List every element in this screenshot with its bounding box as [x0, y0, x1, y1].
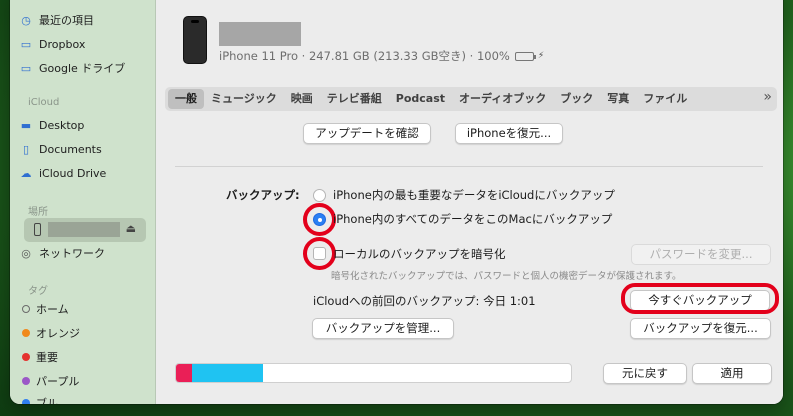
sidebar-item-label: Google ドライブ [39, 62, 126, 75]
tab-movies[interactable]: 映画 [284, 89, 320, 109]
sidebar-item-label: ホーム [36, 303, 69, 316]
sidebar-item-label: Desktop [39, 118, 85, 132]
storage-segment-apps [191, 364, 263, 382]
tab-music[interactable]: ミュージック [204, 89, 284, 109]
network-globe-icon: ◎ [21, 246, 31, 260]
sidebar-item-label: 重要 [36, 351, 58, 364]
device-capacity: 247.81 GB [308, 49, 370, 63]
tag-dot-icon [22, 329, 30, 337]
sidebar-item-google-drive[interactable]: ▭ Google ドライブ [18, 57, 126, 79]
sidebar-header-icloud: iCloud [28, 97, 60, 108]
sidebar-item-label: パープル [36, 375, 80, 388]
battery-icon [514, 51, 536, 61]
sidebar-item-documents[interactable]: ▯ Documents [18, 138, 102, 160]
tab-tv-shows[interactable]: テレビ番組 [320, 89, 389, 109]
iphone-device-icon [183, 16, 207, 64]
apply-button[interactable]: 適用 [692, 363, 772, 384]
device-free-space: (213.33 GB空き) [373, 49, 467, 63]
desktop-icon: ▬ [20, 118, 32, 132]
highlight-pill [621, 283, 779, 314]
restore-iphone-button[interactable]: iPhoneを復元... [455, 123, 563, 144]
tab-photos[interactable]: 写真 [600, 89, 636, 109]
sidebar-item-label: ブル [36, 397, 58, 404]
last-backup-text: iCloudへの前回のバックアップ: 今日 1:01 [313, 294, 536, 308]
tab-audiobooks[interactable]: オーディオブック [452, 89, 553, 109]
sidebar-item-label: 最近の項目 [39, 14, 94, 27]
clock-icon: ◷ [21, 13, 31, 27]
tab-general[interactable]: 一般 [168, 89, 204, 109]
encrypt-backup-label[interactable]: ローカルのバックアップを暗号化 [333, 246, 506, 262]
sidebar-tag-blue[interactable]: ブル [18, 392, 58, 404]
tab-podcast[interactable]: Podcast [389, 89, 452, 109]
restore-backup-button[interactable]: バックアップを復元... [630, 318, 771, 339]
sidebar-item-icloud-drive[interactable]: ☁ iCloud Drive [18, 162, 107, 184]
backup-icloud-radio[interactable] [313, 189, 326, 202]
folder-icon: ▭ [20, 37, 32, 51]
iphone-icon [34, 223, 41, 236]
sidebar-item-network[interactable]: ◎ ネットワーク [18, 242, 105, 264]
battery-percent: 100% [476, 49, 510, 63]
section-divider [175, 166, 763, 167]
folder-icon: ▭ [20, 61, 32, 75]
backups-heading: バックアップ: [226, 188, 300, 202]
cloud-icon: ☁ [20, 166, 32, 180]
sidebar-tag-home[interactable]: ホーム [18, 298, 69, 320]
sidebar: ◷ 最近の項目 ▭ Dropbox ▭ Google ドライブ iCloud ▬… [10, 0, 156, 404]
highlight-circle [303, 237, 336, 270]
device-summary: iPhone 11 Pro · 247.81 GB (213.33 GB空き) … [219, 49, 545, 63]
tab-files[interactable]: ファイル [636, 89, 694, 109]
tag-dot-icon [22, 305, 30, 313]
sidebar-item-label: オレンジ [36, 327, 80, 340]
sidebar-item-label: iCloud Drive [39, 166, 107, 180]
sidebar-tag-orange[interactable]: オレンジ [18, 322, 80, 344]
sidebar-item-iphone[interactable]: ⏏ [24, 218, 146, 242]
charging-bolt-icon: ⚡ [537, 51, 545, 61]
redacted-device-name [48, 222, 120, 237]
backup-mac-label[interactable]: iPhone内のすべてのデータをこのMacにバックアップ [333, 211, 612, 227]
encryption-note: 暗号化されたバックアップでは、パスワードと個人の機密データが保護されます。 [331, 271, 682, 282]
sidebar-item-label: Documents [39, 142, 102, 156]
backup-icloud-label[interactable]: iPhone内の最も重要なデータをiCloudにバックアップ [333, 187, 615, 203]
tab-books[interactable]: ブック [553, 89, 600, 109]
sidebar-item-recents[interactable]: ◷ 最近の項目 [18, 9, 94, 31]
finder-window: ◷ 最近の項目 ▭ Dropbox ▭ Google ドライブ iCloud ▬… [10, 0, 783, 404]
sidebar-header-tags: タグ [28, 286, 48, 297]
sidebar-header-locations: 場所 [28, 207, 48, 218]
redacted-device-name [219, 22, 301, 46]
sidebar-item-label: Dropbox [39, 37, 86, 51]
revert-button[interactable]: 元に戻す [603, 363, 687, 384]
tag-dot-icon [22, 353, 30, 361]
storage-bar [175, 363, 572, 383]
device-model: iPhone 11 Pro [219, 49, 299, 63]
eject-icon[interactable]: ⏏ [126, 222, 136, 235]
highlight-circle [303, 203, 336, 236]
sidebar-tag-important[interactable]: 重要 [18, 346, 58, 368]
change-password-button[interactable]: パスワードを変更... [631, 244, 771, 265]
sidebar-item-desktop[interactable]: ▬ Desktop [18, 114, 85, 136]
more-tabs-chevron-icon[interactable]: » [763, 89, 772, 105]
storage-segment-other [176, 364, 192, 382]
sidebar-tag-purple[interactable]: パープル [18, 370, 79, 392]
document-icon: ▯ [22, 142, 30, 156]
tab-bar: 一般 ミュージック 映画 テレビ番組 Podcast オーディオブック ブック … [165, 87, 777, 111]
device-pane: iPhone 11 Pro · 247.81 GB (213.33 GB空き) … [157, 0, 783, 404]
tag-dot-icon [22, 377, 30, 385]
manage-backups-button[interactable]: バックアップを管理... [312, 318, 454, 339]
check-update-button[interactable]: アップデートを確認 [303, 123, 431, 144]
tag-dot-icon [22, 399, 30, 404]
sidebar-item-dropbox[interactable]: ▭ Dropbox [18, 33, 86, 55]
sidebar-item-label: ネットワーク [39, 247, 105, 260]
